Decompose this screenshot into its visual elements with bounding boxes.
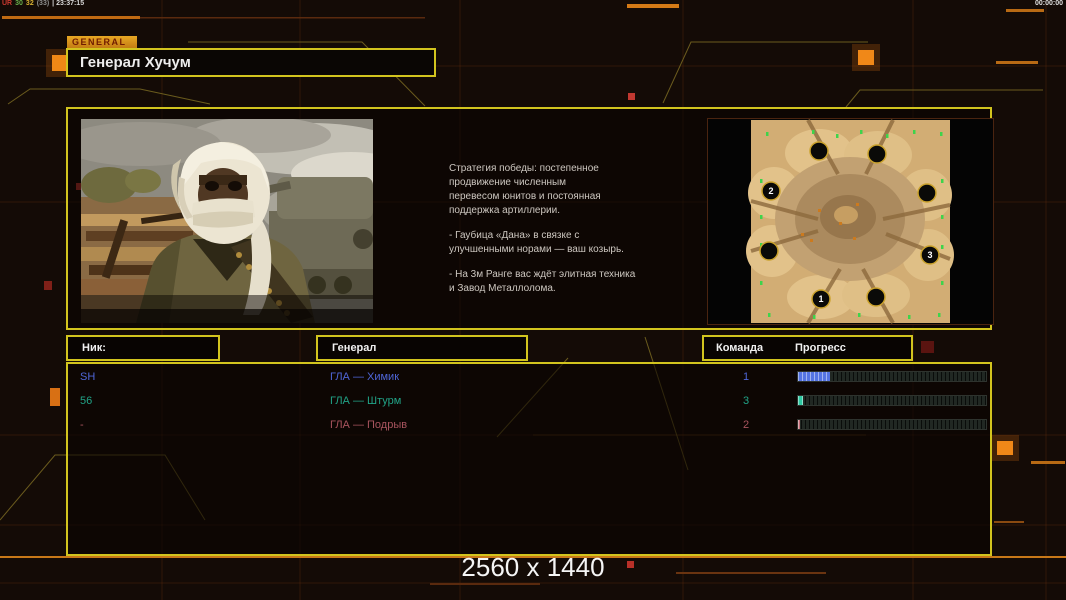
players-table: SH ГЛА — Химик 1 56 ГЛА — Штурм 3 - ГЛА …	[66, 362, 992, 556]
briefing-paragraph: Стратегия победы: постепенное продвижени…	[449, 163, 601, 216]
progress-bar-fill	[798, 396, 803, 405]
player-nick: SH	[80, 371, 96, 383]
resolution-text: 2560 x 1440	[461, 552, 605, 582]
column-header-label: Генерал	[332, 342, 377, 354]
progress-bar-fill	[798, 372, 830, 381]
briefing-paragraph: - На 3м Ранге вас ждёт элитная техника и…	[449, 269, 636, 294]
progress-bar-fill	[798, 420, 801, 429]
briefing-paragraph: - Гаубица «Дана» в связке с улучшенными …	[449, 230, 624, 255]
column-header-nick: Ник:	[66, 335, 220, 361]
start-position-marker	[867, 144, 887, 164]
progress-bar	[797, 419, 987, 430]
perf-segment: UR	[2, 0, 13, 7]
start-position-label: 3	[927, 250, 932, 260]
minimap: 2 3 1	[707, 118, 994, 325]
start-position-marker	[759, 241, 779, 261]
player-team: 2	[742, 419, 750, 431]
column-header-general: Генерал	[316, 335, 528, 361]
player-nick: 56	[80, 395, 93, 407]
general-title-box: Генерал Хучум	[66, 48, 436, 77]
player-general: ГЛА — Подрыв	[330, 419, 408, 431]
start-position-label: 2	[768, 186, 773, 196]
progress-bar	[797, 371, 987, 382]
column-header-label: Прогресс	[795, 342, 846, 354]
player-row: 56 ГЛА — Штурм 3	[68, 390, 990, 414]
general-info-panel: Стратегия победы: постепенное продвижени…	[66, 107, 994, 330]
start-position-marker	[917, 183, 937, 203]
perf-overlay: UR 30 32 (33) | 23:37:15	[2, 0, 87, 7]
column-header-label: Ник:	[82, 342, 106, 354]
player-row: SH ГЛА — Химик 1	[68, 366, 990, 390]
match-timer: 00:00:00	[1034, 0, 1063, 7]
column-header-team-progress: Команда Прогресс	[702, 335, 913, 361]
page-title: Генерал Хучум	[80, 54, 191, 71]
perf-segment: 30	[15, 0, 23, 7]
player-team: 3	[742, 395, 750, 407]
player-nick: -	[80, 419, 84, 431]
start-position-label: 1	[818, 294, 823, 304]
player-team: 1	[742, 371, 750, 383]
perf-segment: 32	[25, 0, 34, 7]
player-row: - ГЛА — Подрыв 2	[68, 414, 990, 438]
start-position-marker	[809, 141, 829, 161]
player-general: ГЛА — Штурм	[330, 395, 402, 407]
progress-bar	[797, 395, 987, 406]
general-portrait	[81, 119, 373, 323]
perf-segment: (33)	[36, 0, 50, 7]
player-general: ГЛА — Химик	[330, 371, 400, 383]
strategy-briefing: Стратегия победы: постепенное продвижени…	[449, 162, 659, 307]
start-position-marker	[866, 287, 886, 307]
column-header-label: Команда	[716, 342, 764, 354]
clock-text: | 23:37:15	[52, 0, 85, 7]
